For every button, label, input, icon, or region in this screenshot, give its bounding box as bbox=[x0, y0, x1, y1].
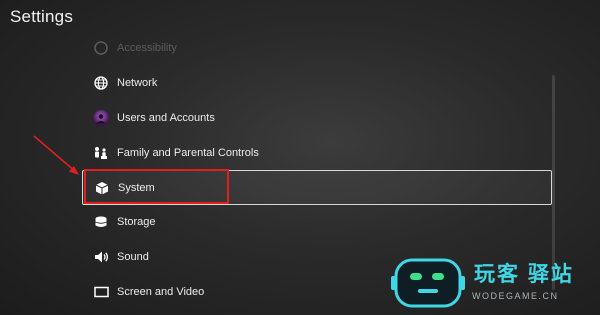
menu-item-label: System bbox=[118, 181, 155, 194]
menu-item-label: Family and Parental Controls bbox=[117, 147, 259, 159]
menu-item-accessibility[interactable]: Accessibility bbox=[82, 31, 550, 65]
menu-item-storage[interactable]: Storage bbox=[82, 205, 550, 239]
menu-item-label: Sound bbox=[117, 251, 149, 263]
menu-item-label: Screen and Video bbox=[117, 286, 205, 298]
watermark: 玩客 驿站 WODEGAME.CN bbox=[388, 254, 598, 312]
page-title: Settings bbox=[10, 7, 74, 26]
watermark-title: 玩客 驿站 bbox=[474, 263, 574, 286]
menu-item-system[interactable]: System bbox=[82, 170, 552, 205]
menu-item-label: Storage bbox=[117, 216, 156, 228]
menu-item-family-and-parental-controls[interactable]: Family and Parental Controls bbox=[82, 136, 550, 170]
globe-icon bbox=[91, 76, 111, 90]
menu-item-network[interactable]: Network bbox=[82, 66, 550, 100]
menu-item-users-and-accounts[interactable]: Users and Accounts bbox=[82, 101, 550, 135]
storage-icon bbox=[91, 215, 111, 229]
annotation-arrow-icon bbox=[33, 135, 79, 175]
screen-icon bbox=[91, 286, 111, 298]
robot-logo-icon bbox=[391, 258, 465, 308]
accessibility-icon bbox=[91, 41, 111, 55]
menu-item-label: Accessibility bbox=[117, 42, 177, 54]
family-icon bbox=[91, 146, 111, 160]
speaker-icon bbox=[91, 250, 111, 264]
user-avatar-icon bbox=[91, 110, 111, 126]
cube-icon bbox=[92, 181, 112, 195]
menu-item-label: Users and Accounts bbox=[117, 112, 215, 124]
menu-item-label: Network bbox=[117, 77, 158, 89]
watermark-subtitle: WODEGAME.CN bbox=[472, 291, 559, 301]
